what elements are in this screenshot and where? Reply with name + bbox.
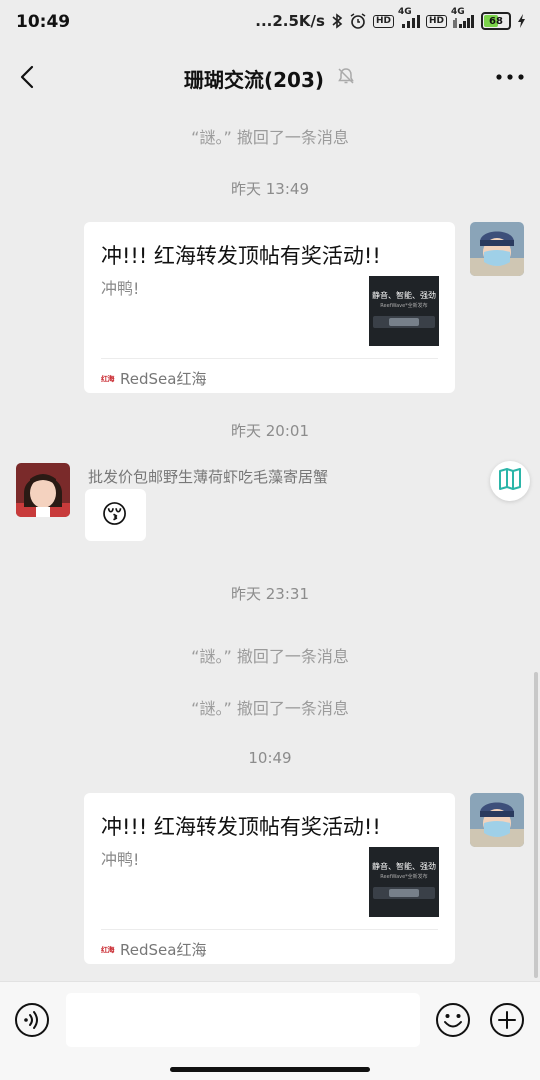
status-indicators: ...2.5K/s HD 4G HD 4G 68 [255, 8, 526, 30]
timestamp: 昨天 23:31 [231, 585, 309, 603]
voice-icon[interactable] [14, 1002, 50, 1038]
signal-icon-1: 4G [398, 8, 420, 28]
more-dots-icon[interactable] [494, 62, 526, 92]
mini-program-button[interactable] [490, 461, 530, 501]
alarm-icon [349, 12, 367, 30]
mini-program-icon [497, 466, 523, 496]
source-name: RedSea红海 [120, 370, 207, 388]
timestamp: 昨天 20:01 [231, 422, 309, 440]
emoji-icon[interactable] [435, 1002, 471, 1038]
net-label-1: 4G [397, 7, 412, 17]
source-logo: 红海 [101, 945, 115, 954]
input-bar [0, 981, 540, 1080]
avatar-sender[interactable] [16, 463, 70, 517]
recall-notice: “謎。” 撤回了一条消息 [191, 647, 349, 666]
chat-title[interactable]: 珊瑚交流(203) [184, 64, 324, 93]
timestamp: 昨天 13:49 [231, 180, 309, 198]
card-title: 冲!!! 红海转发顶帖有奖活动!! [101, 815, 381, 839]
timestamp: 10:49 [248, 749, 292, 767]
battery-icon: 68 [481, 12, 511, 30]
kissing-face-emoji: 😚 [101, 500, 129, 530]
card-thumbnail: 静音、智能、强劲 ReefWave*全新发布 [369, 276, 439, 346]
mute-bell-icon [336, 66, 356, 91]
sender-name: 批发价包邮野生薄荷虾吃毛藻寄居蟹 [88, 468, 329, 486]
thumb-subline: ReefWave*全新发布 [380, 874, 428, 880]
home-indicator[interactable] [170, 1067, 370, 1072]
status-time: 10:49 [16, 12, 71, 32]
card-divider [101, 929, 438, 930]
card-title: 冲!!! 红海转发顶帖有奖活动!! [101, 244, 381, 268]
bluetooth-icon [331, 13, 343, 29]
hd-badge: HD [372, 14, 394, 28]
thumb-product-highlight [389, 889, 419, 897]
emoji-message-bubble[interactable]: 😚 [85, 489, 146, 541]
scrollbar[interactable] [534, 672, 538, 978]
link-card[interactable]: 冲!!! 红海转发顶帖有奖活动!! 冲鸭! 静音、智能、强劲 ReefWave*… [84, 793, 455, 964]
avatar-self[interactable] [470, 793, 524, 847]
card-description: 冲鸭! [101, 850, 140, 869]
chat-header: 珊瑚交流(203) [0, 50, 540, 108]
signal-icon-2: 4G [451, 8, 475, 28]
avatar-self[interactable] [470, 222, 524, 276]
recall-notice: “謎。” 撤回了一条消息 [191, 128, 349, 147]
card-source: 红海 RedSea红海 [101, 368, 206, 389]
card-thumbnail: 静音、智能、强劲 ReefWave*全新发布 [369, 847, 439, 917]
plus-icon[interactable] [489, 1002, 525, 1038]
charging-icon [517, 14, 526, 28]
status-bar: 10:49 ...2.5K/s HD 4G HD 4G 68 [0, 0, 540, 46]
card-divider [101, 358, 438, 359]
net-speed: ...2.5K/s [255, 12, 325, 30]
thumb-headline: 静音、智能、强劲 [372, 291, 436, 300]
battery-level: 68 [489, 15, 503, 27]
card-description: 冲鸭! [101, 279, 140, 298]
message-input[interactable] [66, 993, 420, 1047]
link-card[interactable]: 冲!!! 红海转发顶帖有奖活动!! 冲鸭! 静音、智能、强劲 ReefWave*… [84, 222, 455, 393]
card-source: 红海 RedSea红海 [101, 939, 206, 960]
chat-title-wrap: 珊瑚交流(203) [0, 64, 540, 93]
thumb-subline: ReefWave*全新发布 [380, 303, 428, 309]
source-logo: 红海 [101, 374, 115, 383]
net-label-2: 4G [451, 7, 465, 17]
thumb-headline: 静音、智能、强劲 [372, 862, 436, 871]
hd-badge-2: HD [425, 14, 447, 28]
recall-notice: “謎。” 撤回了一条消息 [191, 699, 349, 718]
thumb-product-highlight [389, 318, 419, 326]
source-name: RedSea红海 [120, 941, 207, 959]
